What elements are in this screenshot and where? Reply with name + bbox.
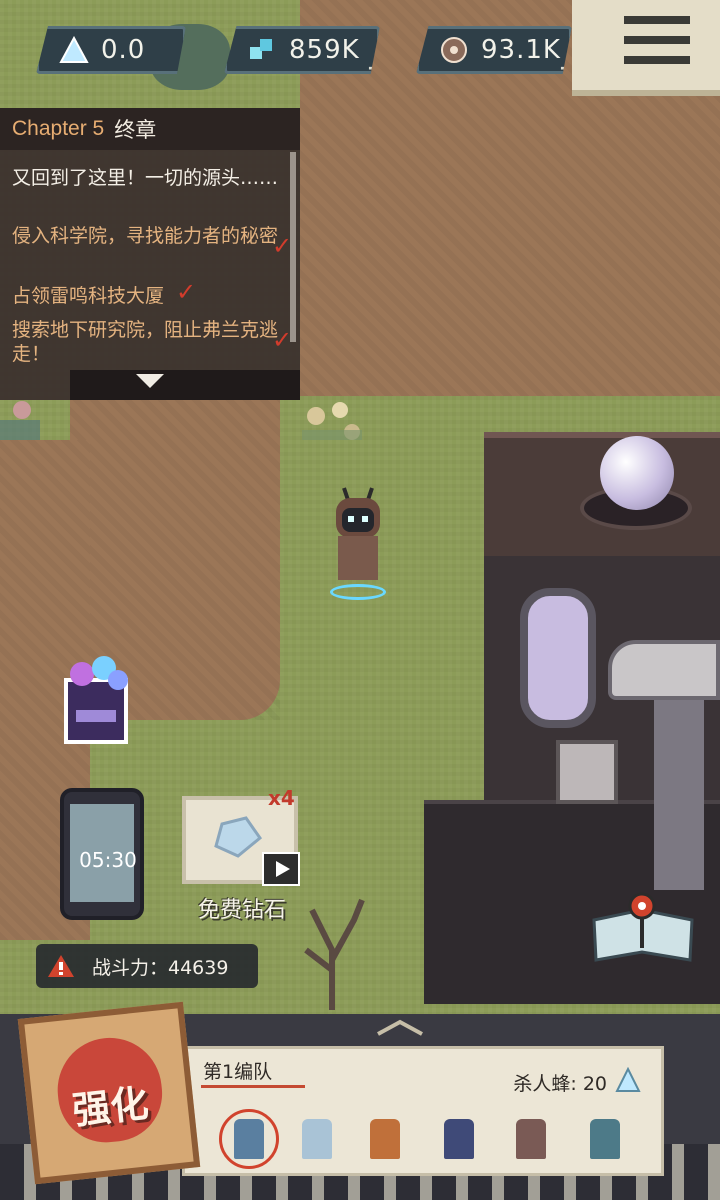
hero-portrait	[590, 1119, 620, 1159]
chapter-label: Chapter 5	[12, 117, 105, 140]
crystal-count: 0.0	[101, 35, 146, 65]
resource-crystal[interactable]: 0.0	[36, 26, 186, 74]
chapter-name: 终章	[114, 118, 157, 142]
ghost-chest-icon[interactable]	[58, 650, 154, 750]
resource-gems[interactable]: 859K +	[224, 26, 380, 74]
hero-portrait	[302, 1119, 332, 1159]
quest-header: Chapter 5 终章	[0, 108, 300, 150]
upgrade-label: 强化	[70, 1081, 151, 1133]
hero-portrait	[516, 1119, 546, 1159]
lab-window	[520, 588, 596, 728]
hero-portrait	[444, 1119, 474, 1159]
phone-screen: 05:30	[70, 804, 137, 902]
quest-intro: 又回到了这里！一切的源头……	[12, 167, 279, 189]
hero-slot[interactable]	[357, 1109, 413, 1169]
gear-parts-icon	[437, 33, 471, 67]
quest-panel[interactable]: Chapter 5 终章 又回到了这里！一切的源头…… 侵入科学院，寻找能力者的…	[0, 108, 300, 400]
hero-portrait	[234, 1119, 264, 1159]
chevron-down-icon[interactable]	[136, 374, 164, 388]
phone-timer-button[interactable]: 05:30	[60, 788, 144, 920]
phone-timer-text: 05:30	[79, 848, 137, 872]
player-selection-ring	[330, 584, 386, 600]
gem-count: 859K	[289, 35, 360, 65]
check-icon: ✓	[176, 278, 197, 306]
flower-patch	[0, 401, 40, 440]
kill-count-label: 杀人蜂: 20	[513, 1073, 607, 1095]
antenna-dish	[608, 640, 720, 700]
parts-count: 93.1K	[481, 35, 561, 65]
menu-bar-icon	[624, 36, 690, 44]
crystal-orb[interactable]	[600, 436, 674, 510]
player-character[interactable]	[326, 486, 390, 586]
hero-slot[interactable]	[219, 1109, 279, 1169]
triangle-crystal-icon	[57, 33, 91, 67]
team-panel[interactable]: 第1编队 杀人蜂: 20	[182, 1046, 664, 1176]
warning-triangle-icon	[48, 955, 74, 977]
free-diamonds-label: 免费钻石	[197, 898, 286, 923]
hero-slot[interactable]	[503, 1109, 559, 1169]
map-waypoint-icon[interactable]	[590, 890, 696, 970]
triangle-crystal-icon	[615, 1067, 641, 1092]
team-name: 第1编队	[203, 1061, 273, 1083]
combat-power-bar[interactable]: 战斗力：44639	[36, 944, 258, 988]
hero-slot[interactable]	[431, 1109, 487, 1169]
video-play-icon	[262, 852, 300, 886]
quest-task: 搜索地下研究院，阻止弗兰克逃走！	[12, 319, 279, 365]
team-name-underline	[201, 1085, 305, 1088]
hero-slot[interactable]	[577, 1109, 633, 1169]
chevron-up-icon[interactable]	[370, 1016, 430, 1036]
hero-slot[interactable]	[289, 1109, 345, 1169]
supply-crate	[556, 740, 618, 804]
quest-expand-bar[interactable]	[70, 370, 300, 400]
antenna-pole	[654, 700, 704, 890]
upgrade-button[interactable]: 强化	[17, 1001, 201, 1185]
hero-portrait	[370, 1119, 400, 1159]
quest-scrollbar[interactable]	[290, 152, 296, 342]
combat-power-text: 战斗力：44639	[92, 956, 229, 979]
menu-button[interactable]	[572, 0, 720, 96]
menu-bar-icon	[624, 56, 690, 64]
diamond-multiplier: x4	[268, 786, 295, 810]
menu-bar-icon	[624, 16, 690, 24]
quest-task: 侵入科学院，寻找能力者的秘密	[12, 225, 279, 247]
resource-parts[interactable]: 93.1K +	[416, 26, 572, 74]
quest-task: 占领雷鸣科技大厦	[12, 285, 165, 307]
flower-patch	[302, 402, 362, 440]
gem-icon	[245, 33, 279, 67]
